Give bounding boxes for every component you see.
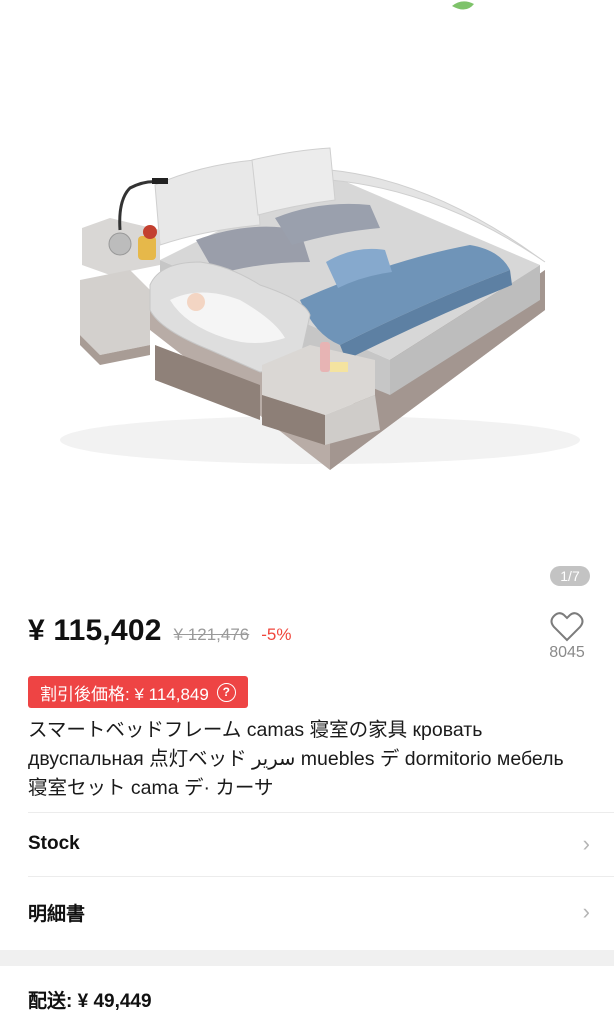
- original-price: ¥ 121,476: [173, 625, 250, 644]
- wishlist-count: 8045: [549, 644, 585, 661]
- heart-icon: [550, 612, 584, 642]
- shipping-fee[interactable]: 配送: ¥ 49,449: [28, 986, 152, 1013]
- stock-label: Stock: [28, 833, 80, 854]
- price-row: ¥ 115,402 ¥ 121,476 -5%: [28, 614, 291, 658]
- wishlist-button[interactable]: 8045: [540, 612, 594, 672]
- chevron-right-icon: ›: [582, 899, 590, 924]
- help-icon[interactable]: ?: [216, 682, 236, 702]
- specifications-label: 明細書: [28, 903, 86, 925]
- divider: [28, 812, 614, 813]
- product-title: スマートベッドフレーム camas 寝室の家具 кровать двуспаль…: [28, 719, 564, 799]
- discount-percent: -5%: [261, 625, 292, 644]
- discounted-price-label: 割引後価格: ¥ 114,849: [40, 684, 209, 704]
- product-image-gallery[interactable]: 1/7: [0, 0, 614, 596]
- discounted-price-badge[interactable]: 割引後価格: ¥ 114,849 ?: [28, 676, 248, 708]
- product-page: 1/7 ¥ 115,402 ¥ 121,476 -5% 8045 割引後価格: …: [0, 0, 614, 1024]
- product-image: [60, 1, 580, 470]
- image-page-counter: 1/7: [550, 566, 590, 586]
- chevron-right-icon: ›: [582, 831, 590, 856]
- current-price: ¥ 115,402: [28, 614, 162, 647]
- specifications-row[interactable]: 明細書 ›: [28, 882, 590, 942]
- stock-row[interactable]: Stock ›: [28, 814, 590, 874]
- divider: [28, 876, 614, 877]
- section-gap: [0, 950, 614, 966]
